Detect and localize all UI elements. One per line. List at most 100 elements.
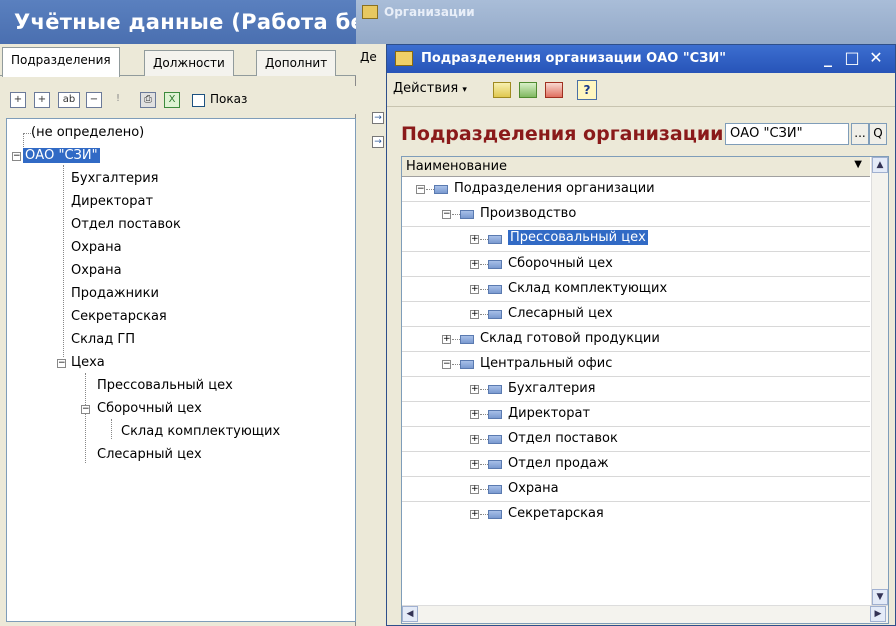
tab-additional[interactable]: Дополнит: [256, 50, 337, 76]
tree-item[interactable]: Директорат: [71, 193, 153, 211]
folder-icon: [488, 285, 502, 294]
organization-field[interactable]: ОАО "СЗИ": [725, 123, 849, 145]
add-icon[interactable]: +: [10, 92, 26, 108]
print-icon[interactable]: ⎙: [140, 92, 156, 108]
minimize-icon[interactable]: _: [817, 47, 839, 69]
table-row[interactable]: − Подразделения организации: [402, 177, 870, 202]
table-row[interactable]: + Отдел продаж: [402, 452, 870, 477]
tree-item[interactable]: ОАО "СЗИ": [23, 147, 100, 165]
scroll-right-icon[interactable]: ▶: [870, 606, 886, 622]
tree-connector: [452, 339, 460, 340]
expand-icon[interactable]: +: [470, 410, 479, 419]
organizations-actions-tab[interactable]: Де: [360, 50, 377, 64]
nav-icon[interactable]: →: [372, 136, 384, 148]
expand-icon[interactable]: +: [470, 435, 479, 444]
table-row[interactable]: + Директорат: [402, 402, 870, 427]
select-button[interactable]: ...: [851, 123, 869, 145]
vertical-scrollbar[interactable]: ▲ ▼: [871, 157, 888, 605]
back-window-title[interactable]: Учётные данные (Работа без к: [0, 0, 356, 44]
tree-item[interactable]: Прессовальный цех: [97, 377, 233, 395]
tab-subdivisions[interactable]: Подразделения: [2, 47, 120, 77]
subdivisions-window-title[interactable]: Подразделения организации ОАО "СЗИ" _ □ …: [387, 45, 895, 73]
table-row[interactable]: − Центральный офис: [402, 352, 870, 377]
tab-positions[interactable]: Должности: [144, 50, 234, 76]
nav-icon[interactable]: →: [372, 112, 384, 124]
tree-item[interactable]: Склад комплектующих: [121, 423, 280, 441]
folder-icon: [460, 210, 474, 219]
table-row[interactable]: + Секретарская: [402, 502, 870, 527]
collapse-icon[interactable]: −: [416, 185, 425, 194]
tree-item[interactable]: Сборочный цех: [97, 400, 202, 418]
back-toolbar: + + ab − ! ⎙ X Показ: [0, 86, 356, 114]
row-label: Секретарская: [508, 506, 604, 521]
expand-icon[interactable]: +: [470, 385, 479, 394]
sort-arrow-icon[interactable]: ▼: [854, 159, 862, 170]
tree-item[interactable]: Охрана: [71, 239, 122, 257]
tree-item[interactable]: Склад ГП: [71, 331, 135, 349]
collapse-icon[interactable]: −: [86, 92, 102, 108]
table-row[interactable]: + Охрана: [402, 477, 870, 502]
actions-menu-button[interactable]: Действия ▾: [393, 81, 467, 96]
tree-item[interactable]: Слесарный цех: [97, 446, 202, 464]
expand-icon[interactable]: +: [470, 235, 479, 244]
horizontal-scrollbar[interactable]: ◀ ▶: [402, 605, 888, 623]
tree-connector: [452, 364, 460, 365]
tree-item[interactable]: Цеха: [71, 354, 105, 372]
expand-icon[interactable]: +: [470, 260, 479, 269]
expand-icon[interactable]: +: [470, 285, 479, 294]
table-row[interactable]: + Прессовальный цех: [402, 227, 870, 252]
tree-item[interactable]: (не определено): [31, 124, 144, 142]
column-header-name[interactable]: Наименование ▼: [402, 157, 870, 177]
edit-icon[interactable]: [519, 82, 537, 98]
tree-item-label: Прессовальный цех: [97, 378, 233, 393]
table-row[interactable]: + Склад готовой продукции: [402, 327, 870, 352]
search-icon[interactable]: Q: [869, 123, 887, 145]
show-checkbox[interactable]: [192, 94, 205, 107]
expand-icon[interactable]: +: [470, 460, 479, 469]
excel-icon[interactable]: X: [164, 92, 180, 108]
tree-item-label: Отдел поставок: [71, 217, 181, 232]
rename-icon[interactable]: ab: [58, 92, 80, 108]
expand-icon[interactable]: +: [470, 310, 479, 319]
table-row[interactable]: + Отдел поставок: [402, 427, 870, 452]
marker-icon[interactable]: !: [110, 92, 126, 108]
add-group-icon[interactable]: +: [34, 92, 50, 108]
collapse-icon[interactable]: −: [12, 152, 21, 161]
maximize-icon[interactable]: □: [841, 47, 863, 69]
table-row[interactable]: + Бухгалтерия: [402, 377, 870, 402]
collapse-icon[interactable]: −: [57, 359, 66, 368]
collapse-icon[interactable]: −: [442, 360, 451, 369]
close-icon[interactable]: ✕: [865, 47, 887, 69]
row-label: Охрана: [508, 481, 559, 496]
organizations-window-title[interactable]: Организации: [356, 0, 896, 44]
table-row[interactable]: + Слесарный цех: [402, 302, 870, 327]
expand-icon[interactable]: +: [442, 335, 451, 344]
tree-item[interactable]: Отдел поставок: [71, 216, 181, 234]
scroll-up-icon[interactable]: ▲: [872, 157, 888, 173]
tree-item-label: ОАО "СЗИ": [23, 148, 100, 163]
table-row[interactable]: − Производство: [402, 202, 870, 227]
organizations-window-title-text: Организации: [384, 5, 475, 19]
help-button[interactable]: ?: [577, 80, 597, 100]
scroll-down-icon[interactable]: ▼: [872, 589, 888, 605]
tree-item[interactable]: Продажники: [71, 285, 159, 303]
tree-item[interactable]: Бухгалтерия: [71, 170, 159, 188]
subdivisions-tree[interactable]: (не определено) − ОАО "СЗИ" Бухгалтерия …: [6, 118, 356, 622]
expand-icon[interactable]: +: [470, 510, 479, 519]
tree-item[interactable]: Охрана: [71, 262, 122, 280]
tree-connector: [63, 165, 64, 357]
expand-icon[interactable]: +: [470, 485, 479, 494]
table-row[interactable]: + Склад комплектующих: [402, 277, 870, 302]
table-row[interactable]: + Сборочный цех: [402, 252, 870, 277]
tree-connector: [452, 214, 460, 215]
row-label: Подразделения организации: [454, 181, 655, 196]
add-icon[interactable]: [493, 82, 511, 98]
collapse-icon[interactable]: −: [442, 210, 451, 219]
delete-icon[interactable]: [545, 82, 563, 98]
scroll-left-icon[interactable]: ◀: [402, 606, 418, 622]
tab-strip: Подразделения Должности Дополнит: [0, 44, 356, 77]
subdivisions-grid[interactable]: Наименование ▼ − Подразделения организац…: [401, 156, 889, 624]
collapse-icon[interactable]: −: [81, 405, 90, 414]
dropdown-arrow-icon: ▾: [462, 85, 467, 95]
tree-item[interactable]: Секретарская: [71, 308, 167, 326]
